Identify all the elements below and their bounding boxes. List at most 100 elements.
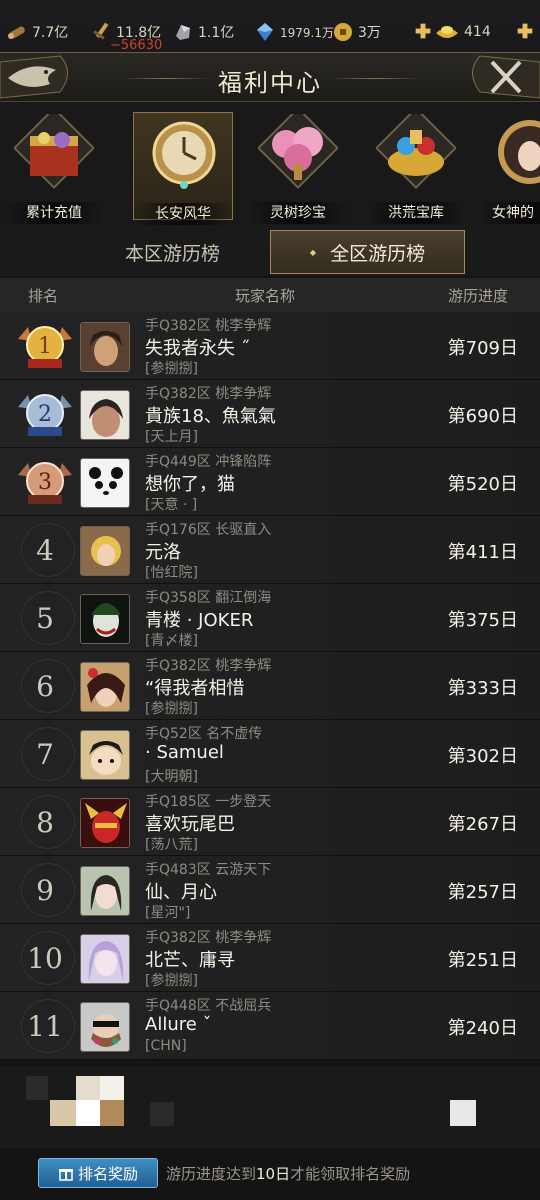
- table-row[interactable]: 7 手Q52区 名不虚传 · Samuel [大明朝] 第302日: [0, 720, 540, 788]
- travel-progress: 第240日: [447, 1018, 518, 1039]
- category-spirit-tree-treasure[interactable]: 灵树珍宝: [248, 112, 348, 224]
- travel-progress: 第690日: [447, 406, 518, 427]
- category-strip: 累计充值 长安风华 灵树珍宝 洪荒宝库 女神的: [0, 102, 540, 226]
- header-player: 玩家名称: [235, 287, 296, 305]
- avatar[interactable]: [80, 730, 130, 780]
- ranking-reward-button[interactable]: 排名奖励: [38, 1158, 158, 1188]
- rank-number: 8: [14, 795, 76, 849]
- resource-wood: 7.7亿: [6, 20, 68, 44]
- table-row[interactable]: 11 手Q448区 不战屈兵 Allure ˇ [CHN] 第240日: [0, 992, 540, 1060]
- player-name: 仙、月心: [145, 882, 217, 903]
- avatar[interactable]: [80, 322, 130, 372]
- resource-bar: 7.7亿 11.8亿 −56630 1.1亿 1979.1万 3万 414: [0, 0, 540, 58]
- avatar[interactable]: [80, 798, 130, 848]
- rank-number: 10: [14, 931, 76, 985]
- guild-name: [大明朝]: [145, 769, 198, 785]
- svg-text:1: 1: [38, 334, 52, 359]
- rank-number: 7: [14, 727, 76, 781]
- category-label: 长安风华: [134, 203, 232, 225]
- guild-name: [CHN]: [145, 1038, 187, 1054]
- player-name: 喜欢玩尾巴: [145, 814, 235, 835]
- iron-ore-icon: [176, 25, 190, 40]
- table-row[interactable]: 1 手Q382区 桃李争辉 失我者永失 ˝ [参捌捌] 第709日: [0, 312, 540, 380]
- guild-name: [星河"]: [145, 905, 191, 921]
- rank-number: 4: [14, 523, 76, 577]
- tab-local-ranking[interactable]: 本区游历榜: [75, 230, 270, 274]
- table-row[interactable]: 3 手Q449区 冲锋陷阵 想你了，猫 [天意 · ] 第520日: [0, 448, 540, 516]
- svg-text:3: 3: [38, 470, 52, 495]
- category-label: 累计充值: [4, 202, 104, 224]
- server-info: 手Q483区 云游天下: [145, 862, 272, 878]
- player-name: 貴族18、魚氣氣: [145, 406, 276, 427]
- server-info: 手Q448区 不战屈兵: [145, 998, 272, 1014]
- sword-icon: [93, 22, 109, 40]
- reward-bar: 排名奖励 游历进度达到10日才能领取排名奖励: [0, 1148, 540, 1200]
- gold-ingot-icon: [436, 26, 458, 38]
- weapon-delta: −56630: [110, 38, 163, 53]
- wood-log-icon: [8, 26, 25, 39]
- reward-requirement-note: 游历进度达到10日才能领取排名奖励: [166, 1165, 411, 1183]
- own-ranking-entry: [0, 1066, 540, 1148]
- golden-clock-icon: [152, 121, 216, 189]
- table-row[interactable]: 4 手Q176区 长驱直入 元洛 [怡红院] 第411日: [0, 516, 540, 584]
- travel-progress: 第333日: [447, 678, 518, 699]
- header-progress: 游历进度: [448, 287, 509, 305]
- resource-gem: 1979.1万: [254, 20, 334, 44]
- category-cumulative-recharge[interactable]: 累计充值: [4, 112, 104, 224]
- table-row[interactable]: 10 手Q382区 桃李争辉 北芒、庸寻 [参捌捌] 第251日: [0, 924, 540, 992]
- treasure-chest-icon: [14, 114, 94, 190]
- player-name: 想你了，猫: [145, 474, 235, 495]
- category-goddess[interactable]: 女神的: [480, 112, 540, 224]
- avatar[interactable]: [80, 934, 130, 984]
- avatar[interactable]: [80, 662, 130, 712]
- guild-name: [参捌捌]: [145, 973, 198, 989]
- ranking-tabs: 本区游历榜 全区游历榜: [0, 226, 540, 276]
- guild-name: [青〆楼]: [145, 633, 198, 649]
- blossom-tree-icon: [258, 114, 338, 190]
- server-info: 手Q382区 桃李争辉: [145, 386, 272, 402]
- player-name: 失我者永失 ˝: [145, 338, 250, 359]
- svg-text:2: 2: [38, 402, 52, 427]
- guild-name: [参捌捌]: [145, 701, 198, 717]
- table-row[interactable]: 8 手Q185区 一步登天 喜欢玩尾巴 [荡八荒] 第267日: [0, 788, 540, 856]
- rank-number: 11: [14, 999, 76, 1053]
- server-info: 手Q382区 桃李争辉: [145, 930, 272, 946]
- rank-silver-medal-icon: 2: [14, 387, 76, 441]
- category-primordial-treasury[interactable]: 洪荒宝库: [366, 112, 466, 224]
- player-name: 北芒、庸寻: [145, 950, 235, 971]
- goddess-portrait-icon: [498, 120, 540, 184]
- table-row[interactable]: 9 手Q483区 云游天下 仙、月心 [星河"] 第257日: [0, 856, 540, 924]
- avatar[interactable]: [80, 526, 130, 576]
- table-row[interactable]: 2 手Q382区 桃李争辉 貴族18、魚氣氣 [天上月] 第690日: [0, 380, 540, 448]
- tab-global-ranking-label: 全区游历榜: [330, 242, 426, 265]
- avatar[interactable]: [80, 458, 130, 508]
- server-info: 手Q176区 长驱直入: [145, 522, 272, 538]
- rank-number: 9: [14, 863, 76, 917]
- table-row[interactable]: 6 手Q382区 桃李争辉 “得我者相惜 [参捌捌] 第333日: [0, 652, 540, 720]
- add-ingot-plus-icon[interactable]: [412, 20, 434, 42]
- tab-global-ranking[interactable]: 全区游历榜: [270, 230, 465, 274]
- resource-iron: 1.1亿: [172, 20, 234, 44]
- own-avatar: [26, 1076, 124, 1126]
- dragon-ornament-icon: [0, 55, 68, 99]
- server-info: 手Q358区 翻江倒海: [145, 590, 272, 606]
- avatar[interactable]: [80, 594, 130, 644]
- category-changan-fenghua[interactable]: 长安风华: [133, 112, 233, 225]
- server-info: 手Q185区 一步登天: [145, 794, 272, 810]
- avatar[interactable]: [80, 1002, 130, 1052]
- travel-progress: 第302日: [447, 746, 518, 767]
- header-rank: 排名: [28, 287, 59, 305]
- avatar[interactable]: [80, 390, 130, 440]
- table-row[interactable]: 5 手Q358区 翻江倒海 青楼 · JOKER [青〆楼] 第375日: [0, 584, 540, 652]
- ranking-reward-label: 排名奖励: [77, 1164, 138, 1183]
- travel-progress: 第411日: [447, 542, 518, 563]
- guild-name: [天上月]: [145, 429, 198, 445]
- category-label: 灵树珍宝: [248, 202, 348, 224]
- close-crossed-swords-icon[interactable]: [450, 52, 540, 102]
- blue-gem-icon: [257, 23, 273, 41]
- avatar[interactable]: [80, 866, 130, 916]
- add-plus-icon[interactable]: [514, 20, 536, 42]
- player-name: Allure ˇ: [145, 1014, 212, 1035]
- travel-progress: 第251日: [447, 950, 518, 971]
- resource-coin: 3万: [332, 20, 381, 44]
